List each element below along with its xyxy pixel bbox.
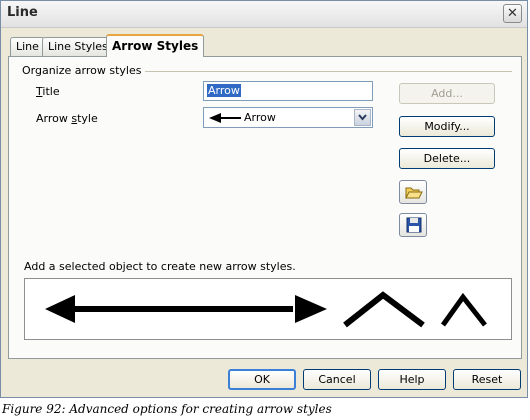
- arrow-shaft: [73, 306, 293, 312]
- arrow-preview: [24, 278, 512, 340]
- ok-button[interactable]: OK: [228, 369, 296, 390]
- cancel-button[interactable]: Cancel: [303, 369, 371, 390]
- floppy-disk-icon: [406, 217, 422, 233]
- folder-open-icon: [405, 187, 423, 199]
- arrow-end-head: [295, 295, 327, 323]
- arrow-preview-drawing: [45, 291, 487, 328]
- title-input[interactable]: Arrow: [203, 81, 373, 101]
- dialog-title: Line: [7, 5, 38, 20]
- tab-arrow-styles[interactable]: Arrow Styles: [106, 34, 205, 57]
- arrow-small-chevron: [440, 292, 487, 327]
- arrow-style-select[interactable]: Arrow: [203, 107, 373, 128]
- modify-button[interactable]: Modify...: [399, 116, 495, 137]
- arrow-style-label: Arrow style: [36, 112, 98, 125]
- title-bar: Line ✕: [1, 1, 527, 28]
- chevron-down-icon[interactable]: [354, 109, 371, 126]
- hint-text: Add a selected object to create new arro…: [24, 260, 296, 273]
- figure-caption: Figure 92: Advanced options for creating…: [2, 402, 332, 416]
- delete-button[interactable]: Delete...: [399, 148, 495, 169]
- tab-line[interactable]: Line: [10, 37, 45, 56]
- tab-line-styles[interactable]: Line Styles: [42, 37, 114, 56]
- save-arrow-styles-button[interactable]: [399, 213, 427, 237]
- arrow-large-chevron: [343, 291, 425, 328]
- title-label: Title: [36, 85, 60, 98]
- arrow-style-value: Arrow: [244, 111, 276, 124]
- close-button[interactable]: ✕: [503, 4, 522, 23]
- arrow-preview-icon: [209, 113, 241, 123]
- group-divider: [126, 71, 512, 72]
- title-input-value: Arrow: [207, 84, 241, 97]
- add-button[interactable]: Add...: [399, 83, 495, 104]
- title-label-rest: itle: [42, 85, 60, 98]
- reset-button[interactable]: Reset: [453, 369, 521, 390]
- help-button[interactable]: Help: [378, 369, 446, 390]
- arrow-start-head: [45, 295, 75, 323]
- organize-group-label: Organize arrow styles: [22, 64, 146, 77]
- open-arrow-styles-button[interactable]: [399, 180, 427, 204]
